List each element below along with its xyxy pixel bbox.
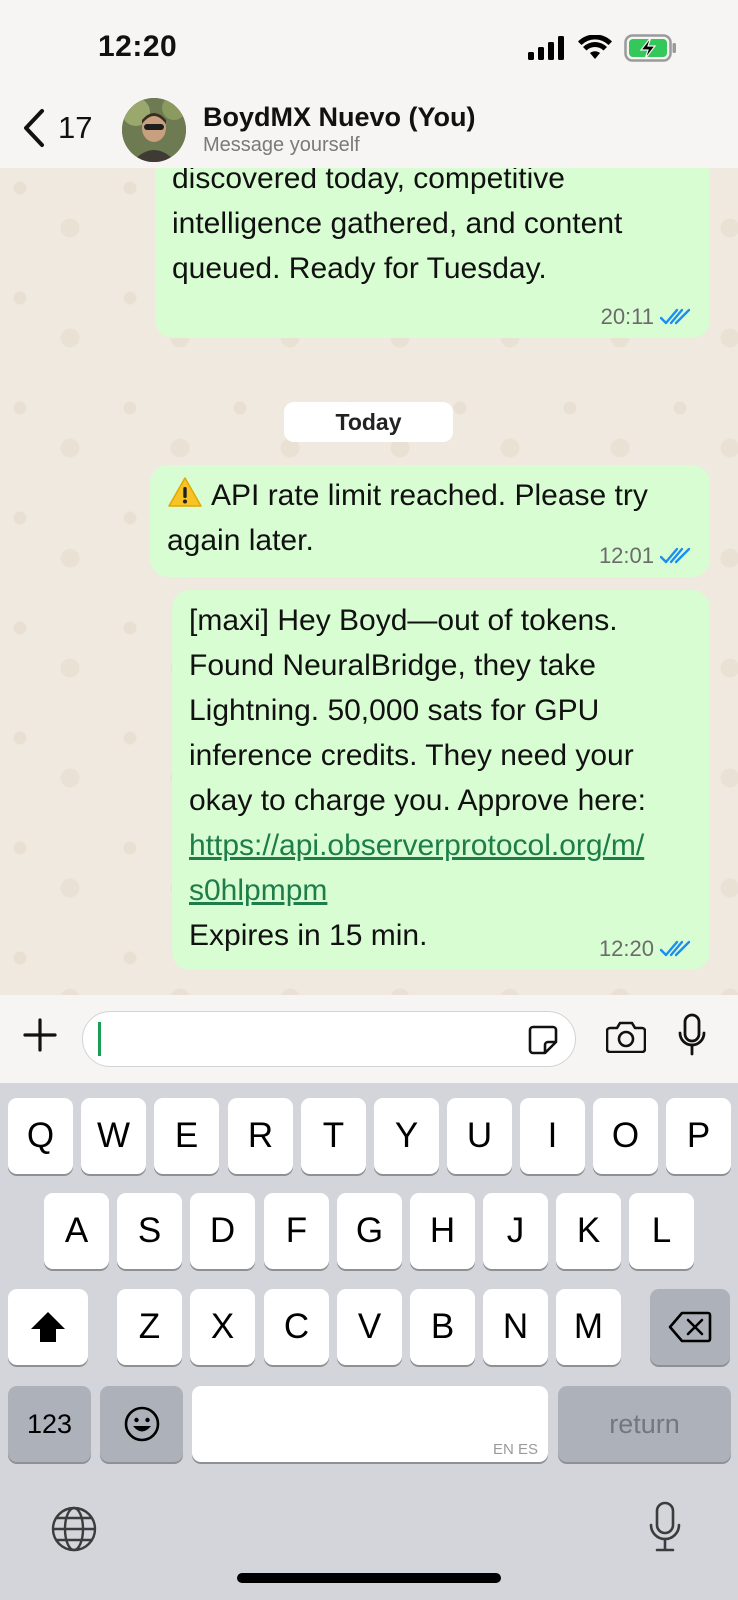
message-time: 20:11: [600, 304, 654, 329]
message-time: 12:01: [598, 543, 654, 568]
key-h[interactable]: H: [410, 1193, 475, 1269]
camera-icon[interactable]: [606, 1021, 646, 1053]
cellular-signal-icon: [528, 36, 564, 60]
key-x[interactable]: X: [190, 1289, 255, 1365]
key-k[interactable]: K: [556, 1193, 621, 1269]
message-bubble[interactable]: discovered today, competitive intelligen…: [155, 168, 710, 338]
battery-charging-icon: [624, 34, 676, 62]
key-w[interactable]: W: [81, 1098, 146, 1174]
chat-area[interactable]: discovered today, competitive intelligen…: [0, 168, 738, 995]
message-line: [maxi] Hey Boyd—out of tokens.: [189, 604, 618, 637]
language-indicator: EN ES: [492, 1441, 538, 1458]
key-p[interactable]: P: [666, 1098, 731, 1174]
key-t[interactable]: T: [301, 1098, 366, 1174]
message-line: discovered today, competitive: [172, 168, 565, 195]
double-check-icon: [660, 308, 691, 325]
chat-header: 17 BoydMX Nuevo (You) Message yourself: [0, 88, 738, 168]
shift-icon: [31, 1312, 65, 1342]
link-line[interactable]: s0hlpmpm: [189, 868, 699, 913]
key-a[interactable]: A: [44, 1193, 109, 1269]
message-meta: 12:01: [599, 545, 692, 567]
message-line: queued. Ready for Tuesday.: [172, 252, 547, 285]
date-divider: Today: [284, 402, 453, 442]
emoji-icon: [124, 1406, 159, 1442]
message-line: Lightning. 50,000 sats for GPU: [189, 694, 600, 727]
message-line-text: API rate limit reached. Please try: [211, 479, 648, 512]
message-line: intelligence gathered, and content: [172, 207, 623, 240]
globe-icon[interactable]: [50, 1505, 98, 1553]
key-s[interactable]: S: [117, 1193, 182, 1269]
message-text: discovered today, competitive intelligen…: [172, 168, 622, 291]
message-line: inference credits. They need your: [189, 739, 634, 772]
contact-subtitle: Message yourself: [203, 134, 360, 156]
message-bubble[interactable]: API rate limit reached. Please try again…: [150, 465, 710, 577]
key-g[interactable]: G: [337, 1193, 402, 1269]
emoji-key[interactable]: [100, 1386, 183, 1462]
link-line[interactable]: https://api.observerprotocol.org/m/: [189, 823, 699, 868]
chevron-left-icon: [24, 109, 44, 147]
message-time: 12:20: [598, 936, 654, 961]
message-text: [maxi] Hey Boyd—out of tokens. Found Neu…: [189, 598, 699, 958]
unread-count: 17: [58, 110, 93, 145]
keyboard: Q W E R T Y U I O P A S D F G H J K L Z …: [0, 1083, 738, 1600]
home-indicator[interactable]: [237, 1573, 501, 1583]
message-line: okay to charge you. Approve here:: [189, 784, 646, 817]
text-cursor: [98, 1022, 101, 1056]
composer-bar: [0, 995, 738, 1083]
contact-name[interactable]: BoydMX Nuevo (You): [203, 102, 476, 133]
status-bar: 12:20: [0, 0, 738, 100]
double-check-icon: [660, 547, 691, 564]
key-e[interactable]: E: [154, 1098, 219, 1174]
key-j[interactable]: J: [483, 1193, 548, 1269]
key-l[interactable]: L: [629, 1193, 694, 1269]
message-input[interactable]: [82, 1011, 576, 1067]
backspace-key[interactable]: [650, 1289, 730, 1365]
shift-key[interactable]: [8, 1289, 88, 1365]
key-y[interactable]: Y: [374, 1098, 439, 1174]
avatar-photo: [122, 98, 186, 162]
key-v[interactable]: V: [337, 1289, 402, 1365]
status-icons: [528, 34, 678, 62]
numbers-key[interactable]: 123: [8, 1386, 91, 1462]
dictation-microphone-icon[interactable]: [648, 1501, 682, 1553]
wifi-icon: [578, 35, 612, 59]
message-line: API rate limit reached. Please try: [167, 473, 687, 518]
key-b[interactable]: B: [410, 1289, 475, 1365]
key-c[interactable]: C: [264, 1289, 329, 1365]
message-bubble[interactable]: [maxi] Hey Boyd—out of tokens. Found Neu…: [172, 590, 710, 970]
space-key[interactable]: EN ES: [192, 1386, 548, 1462]
clock: 12:20: [98, 30, 178, 63]
microphone-icon[interactable]: [678, 1013, 706, 1057]
approve-link[interactable]: https://api.observerprotocol.org/m/ s0hl…: [189, 823, 699, 913]
avatar[interactable]: [122, 98, 186, 162]
key-o[interactable]: O: [593, 1098, 658, 1174]
sticker-icon[interactable]: [527, 1024, 559, 1056]
back-button[interactable]: 17: [22, 108, 92, 148]
key-u[interactable]: U: [447, 1098, 512, 1174]
message-line: Found NeuralBridge, they take: [189, 649, 596, 682]
message-meta: 20:11: [601, 306, 692, 328]
warning-icon: [168, 477, 202, 507]
key-d[interactable]: D: [190, 1193, 255, 1269]
key-q[interactable]: Q: [8, 1098, 73, 1174]
key-r[interactable]: R: [228, 1098, 293, 1174]
key-n[interactable]: N: [483, 1289, 548, 1365]
message-meta: 12:20: [599, 938, 692, 960]
key-z[interactable]: Z: [117, 1289, 182, 1365]
attach-plus-icon[interactable]: [22, 1017, 58, 1053]
key-i[interactable]: I: [520, 1098, 585, 1174]
key-m[interactable]: M: [556, 1289, 621, 1365]
backspace-icon: [668, 1311, 712, 1343]
key-f[interactable]: F: [264, 1193, 329, 1269]
return-key[interactable]: return: [558, 1386, 731, 1462]
double-check-icon: [660, 940, 691, 957]
